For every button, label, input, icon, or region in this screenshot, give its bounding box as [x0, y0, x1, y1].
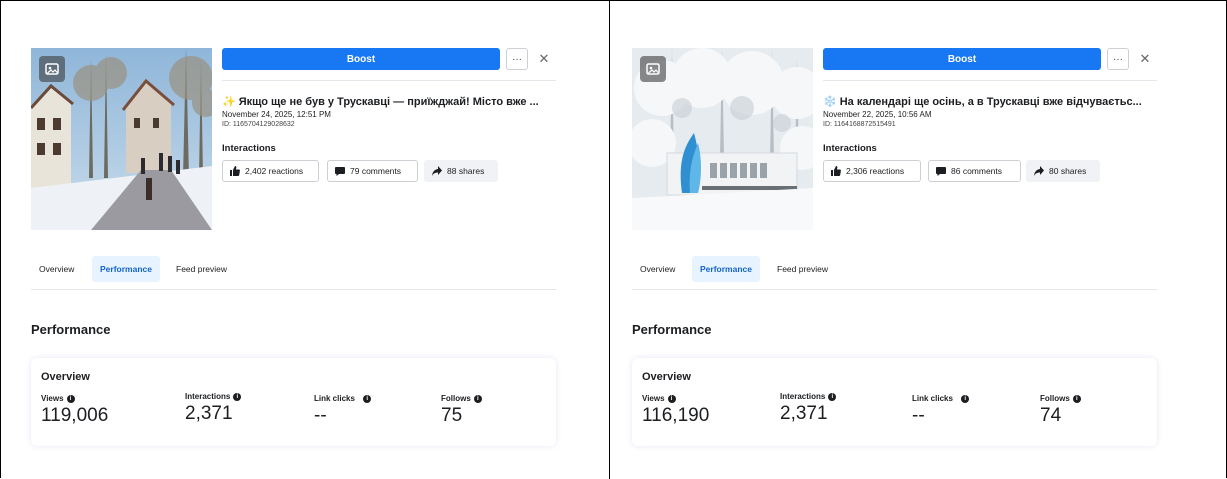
metric-value: 75 [441, 405, 463, 426]
share-arrow-icon [1034, 166, 1044, 176]
reactions-count: 2,402 reactions [245, 166, 304, 176]
metric-label: Link clicks [314, 394, 355, 403]
comments-chip[interactable]: 79 comments [327, 160, 418, 182]
close-icon[interactable]: ✕ [1137, 50, 1153, 68]
shares-count: 88 shares [447, 166, 485, 176]
comment-icon [335, 167, 345, 176]
post-thumbnail[interactable] [31, 48, 212, 230]
post-title-text: Якщо ще не був у Трускавці — приїжджай! … [238, 96, 539, 108]
boost-button[interactable]: Boost [823, 48, 1101, 70]
boost-button[interactable]: Boost [222, 48, 500, 70]
overview-card: Overview Views i 116,190 Interactions i 2,… [632, 358, 1157, 446]
metric-value: 119,006 [41, 405, 109, 426]
tab-feed-preview[interactable]: Feed preview [168, 256, 235, 282]
shares-count: 80 shares [1049, 166, 1087, 176]
post-id: ID: 1164168872515491 [823, 121, 896, 128]
post-title-text: На календарі ще осінь, а в Трускавці вже… [839, 96, 1142, 108]
post-thumbnail[interactable] [632, 48, 813, 230]
header-divider [823, 80, 1157, 81]
info-icon[interactable]: i [1072, 394, 1081, 403]
metric-link-clicks: Link clicks i -- [314, 394, 372, 427]
metric-label: Follows [441, 394, 471, 403]
shares-chip[interactable]: 88 shares [424, 160, 498, 182]
snowflake-icon: ❄️ [823, 96, 837, 108]
header-divider [222, 80, 556, 81]
tabs-divider [632, 289, 1157, 290]
performance-heading: Performance [31, 322, 111, 337]
comments-count: 86 comments [951, 166, 1003, 176]
metric-value: 2,371 [780, 403, 828, 424]
metric-follows: Follows i 75 [441, 394, 482, 427]
comments-chip[interactable]: 86 comments [928, 160, 1021, 182]
comment-icon [936, 167, 946, 176]
metric-value: 74 [1040, 405, 1062, 426]
overview-card-title: Overview [642, 371, 691, 383]
metric-views: Views i 116,190 [642, 394, 709, 427]
shares-chip[interactable]: 80 shares [1026, 160, 1100, 182]
post-title: ✨ Якщо ще не був у Трускавці — приїжджай!… [222, 95, 562, 108]
overview-card-title: Overview [41, 371, 90, 383]
tab-performance[interactable]: Performance [692, 256, 760, 282]
post-date: November 22, 2025, 10:56 AM [823, 110, 932, 119]
sparkles-icon: ✨ [222, 96, 236, 108]
info-icon[interactable]: i [828, 392, 837, 401]
post-insights-panel-right: Boost ··· ✕ ❄️ На календарі ще осінь, а в… [610, 0, 1225, 479]
metric-link-clicks: Link clicks i -- [912, 394, 970, 427]
post-title: ❄️ На календарі ще осінь, а в Трускавці в… [823, 95, 1163, 108]
metric-value: -- [912, 405, 925, 426]
thumbs-up-icon [831, 166, 841, 176]
photo-type-icon [39, 56, 65, 82]
reactions-chip[interactable]: 2,402 reactions [222, 160, 319, 182]
photo-type-icon [640, 56, 666, 82]
metric-label: Views [642, 394, 665, 403]
post-date: November 24, 2025, 12:51 PM [222, 110, 331, 119]
metric-interactions: Interactions i 2,371 [185, 392, 242, 425]
post-id: ID: 1165704129028632 [222, 121, 295, 128]
info-icon[interactable]: i [473, 394, 482, 403]
info-icon[interactable]: i [667, 394, 676, 403]
metric-interactions: Interactions i 2,371 [780, 392, 837, 425]
metric-label: Interactions [185, 392, 231, 401]
comments-count: 79 comments [350, 166, 402, 176]
post-insights-panel-left: Boost ··· ✕ ✨ Якщо ще не був у Трускавці … [0, 0, 609, 479]
thumbs-up-icon [230, 166, 240, 176]
metric-value: 116,190 [642, 405, 710, 426]
interactions-heading: Interactions [222, 143, 276, 154]
info-icon[interactable]: i [363, 394, 372, 403]
tab-feed-preview[interactable]: Feed preview [769, 256, 836, 282]
info-icon[interactable]: i [66, 394, 75, 403]
metric-value: -- [314, 405, 327, 426]
tabs-divider [31, 289, 556, 290]
overview-card: Overview Views i 119,006 Interactions i 2,… [31, 358, 556, 446]
reactions-chip[interactable]: 2,306 reactions [823, 160, 921, 182]
tab-performance[interactable]: Performance [92, 256, 160, 282]
more-options-button[interactable]: ··· [506, 48, 528, 70]
metric-value: 2,371 [185, 403, 233, 424]
metric-label: Link clicks [912, 394, 953, 403]
close-icon[interactable]: ✕ [536, 50, 552, 68]
interactions-heading: Interactions [823, 143, 877, 154]
tab-overview[interactable]: Overview [31, 256, 82, 282]
info-icon[interactable]: i [233, 392, 242, 401]
share-arrow-icon [432, 166, 442, 176]
metric-label: Views [41, 394, 64, 403]
tab-overview[interactable]: Overview [632, 256, 683, 282]
metric-label: Interactions [780, 392, 826, 401]
performance-heading: Performance [632, 322, 712, 337]
metric-label: Follows [1040, 394, 1070, 403]
info-icon[interactable]: i [961, 394, 970, 403]
metric-follows: Follows i 74 [1040, 394, 1081, 427]
metric-views: Views i 119,006 [41, 394, 108, 427]
more-options-button[interactable]: ··· [1107, 48, 1129, 70]
reactions-count: 2,306 reactions [846, 166, 905, 176]
